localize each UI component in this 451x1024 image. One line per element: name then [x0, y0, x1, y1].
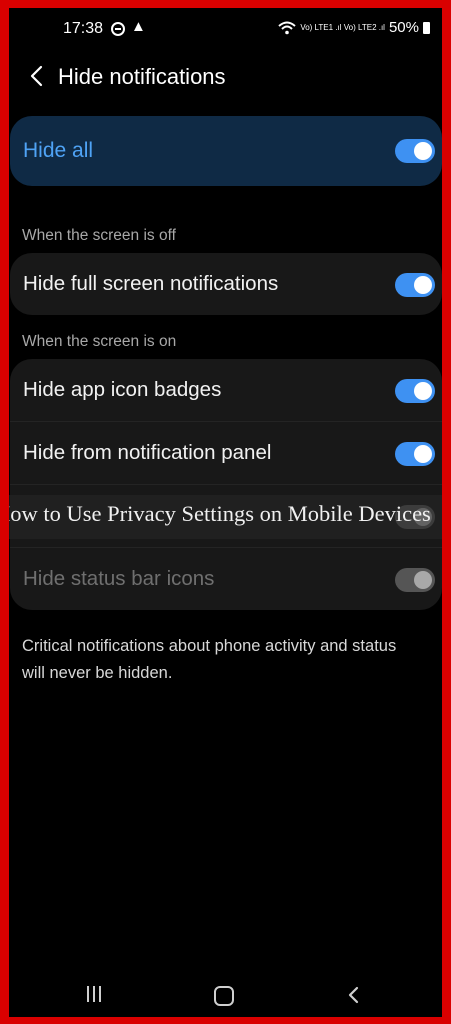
hide-full-screen-label: Hide full screen notifications [23, 272, 279, 295]
hide-badges-toggle[interactable] [395, 379, 435, 403]
hide-panel-toggle[interactable] [395, 442, 435, 466]
phone-screen: 17:38 ▲ Vo) LTE1 .ıl Vo) LTE2 .ıl 50% Hi… [9, 8, 442, 1017]
nav-back-icon[interactable] [343, 984, 365, 1006]
app-header: Hide notifications [9, 60, 442, 104]
warning-icon: ▲ [131, 18, 146, 35]
watermark-text: How to Use Privacy Settings on Mobile De… [9, 501, 431, 526]
battery-icon [423, 21, 430, 34]
hide-badges-row[interactable]: Hide app icon badges [10, 359, 442, 421]
hide-all-row[interactable]: Hide all [10, 116, 442, 186]
battery-percentage: 50% [388, 19, 419, 36]
back-arrow-icon[interactable] [23, 62, 51, 90]
hide-status-bar-row: Hide status bar icons [10, 547, 442, 610]
hide-all-toggle[interactable] [395, 139, 435, 163]
section-screen-on: When the screen is on [22, 333, 177, 350]
watermark-banner: How to Use Privacy Settings on Mobile De… [9, 495, 442, 539]
signal-indicator: Vo) LTE1 .ıl Vo) LTE2 .ıl [300, 22, 385, 32]
hide-status-bar-toggle [395, 568, 435, 592]
hide-badges-label: Hide app icon badges [23, 378, 222, 401]
page-title: Hide notifications [58, 64, 226, 89]
hide-panel-label: Hide from notification panel [23, 441, 272, 464]
status-bar: 17:38 ▲ Vo) LTE1 .ıl Vo) LTE2 .ıl 50% [9, 8, 442, 50]
section-screen-off: When the screen is off [22, 227, 176, 244]
hide-all-label: Hide all [23, 139, 94, 162]
hide-full-screen-row[interactable]: Hide full screen notifications [10, 253, 442, 315]
hide-panel-row[interactable]: Hide from notification panel [10, 421, 442, 484]
screen-off-card: Hide full screen notifications [10, 253, 442, 315]
do-not-disturb-icon [111, 22, 125, 36]
hide-all-card: Hide all [10, 116, 442, 186]
recent-apps-icon[interactable] [87, 986, 105, 1004]
hide-status-bar-label: Hide status bar icons [23, 567, 215, 590]
hide-full-screen-toggle[interactable] [395, 273, 435, 297]
status-right: Vo) LTE1 .ıl Vo) LTE2 .ıl 50% [278, 19, 430, 36]
home-icon[interactable] [214, 986, 234, 1006]
status-time: 17:38 [63, 20, 104, 37]
screen-on-card: Hide app icon badges Hide from notificat… [10, 359, 442, 610]
wifi-icon [278, 21, 296, 34]
footnote-text: Critical notifications about phone activ… [22, 637, 397, 682]
navigation-bar [9, 978, 442, 1016]
